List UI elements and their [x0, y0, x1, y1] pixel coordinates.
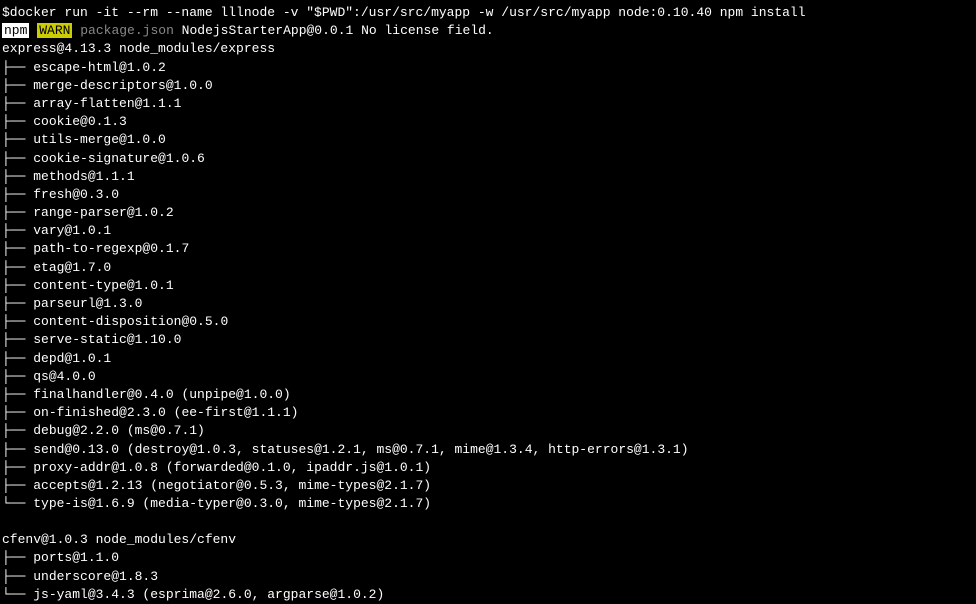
- dependency-name: accepts@1.2.13 (negotiator@0.5.3, mime-t…: [33, 478, 431, 493]
- dependency-name: array-flatten@1.1.1: [33, 96, 181, 111]
- tree-item: ├── depd@1.0.1: [2, 350, 974, 368]
- npm-warn-line: npm WARN package.json NodejsStarterApp@0…: [2, 22, 974, 40]
- dependency-name: depd@1.0.1: [33, 351, 111, 366]
- dependency-name: content-disposition@0.5.0: [33, 314, 228, 329]
- tree-item: ├── content-type@1.0.1: [2, 277, 974, 295]
- dependency-name: debug@2.2.0 (ms@0.7.1): [33, 423, 205, 438]
- dependency-name: on-finished@2.3.0 (ee-first@1.1.1): [33, 405, 298, 420]
- warn-badge: WARN: [37, 23, 72, 38]
- tree-item: ├── array-flatten@1.1.1: [2, 95, 974, 113]
- command-text: $docker run -it --rm --name lllnode -v "…: [2, 5, 806, 20]
- tree-item: ├── cookie@0.1.3: [2, 113, 974, 131]
- tree-item: ├── escape-html@1.0.2: [2, 59, 974, 77]
- tree-branch-icon: ├──: [2, 96, 33, 111]
- tree-item: ├── etag@1.7.0: [2, 259, 974, 277]
- dependency-name: range-parser@1.0.2: [33, 205, 173, 220]
- tree-item: ├── merge-descriptors@1.0.0: [2, 77, 974, 95]
- tree-item: ├── fresh@0.3.0: [2, 186, 974, 204]
- tree-branch-icon: ├──: [2, 460, 33, 475]
- tree-item: ├── debug@2.2.0 (ms@0.7.1): [2, 422, 974, 440]
- dependency-name: utils-merge@1.0.0: [33, 132, 166, 147]
- dependency-name: send@0.13.0 (destroy@1.0.3, statuses@1.2…: [33, 442, 688, 457]
- tree-branch-icon: └──: [2, 587, 33, 602]
- dependency-name: cookie@0.1.3: [33, 114, 127, 129]
- tree-item: ├── qs@4.0.0: [2, 368, 974, 386]
- dependency-name: parseurl@1.3.0: [33, 296, 142, 311]
- tree-branch-icon: ├──: [2, 332, 33, 347]
- dependency-name: type-is@1.6.9 (media-typer@0.3.0, mime-t…: [33, 496, 431, 511]
- tree-branch-icon: ├──: [2, 132, 33, 147]
- tree-item: ├── finalhandler@0.4.0 (unpipe@1.0.0): [2, 386, 974, 404]
- tree-item: ├── range-parser@1.0.2: [2, 204, 974, 222]
- tree-branch-icon: ├──: [2, 205, 33, 220]
- tree-branch-icon: ├──: [2, 351, 33, 366]
- tree-branch-icon: ├──: [2, 314, 33, 329]
- tree-branch-icon: ├──: [2, 423, 33, 438]
- tree-branch-icon: ├──: [2, 223, 33, 238]
- tree-item: ├── ports@1.1.0: [2, 549, 974, 567]
- warn-message: NodejsStarterApp@0.0.1 No license field.: [174, 23, 494, 38]
- dependency-name: serve-static@1.10.0: [33, 332, 181, 347]
- dependency-name: methods@1.1.1: [33, 169, 134, 184]
- tree-branch-icon: ├──: [2, 387, 33, 402]
- tree-branch-icon: ├──: [2, 187, 33, 202]
- tree-branch-icon: ├──: [2, 278, 33, 293]
- dependency-name: underscore@1.8.3: [33, 569, 158, 584]
- tree-branch-icon: ├──: [2, 442, 33, 457]
- npm-badge: npm: [2, 23, 29, 38]
- dependency-name: proxy-addr@1.0.8 (forwarded@0.1.0, ipadd…: [33, 460, 431, 475]
- express-tree: ├── escape-html@1.0.2├── merge-descripto…: [2, 59, 974, 514]
- tree-item: ├── parseurl@1.3.0: [2, 295, 974, 313]
- package-json-label: package.json: [80, 23, 174, 38]
- dependency-name: js-yaml@3.4.3 (esprima@2.6.0, argparse@1…: [33, 587, 384, 602]
- dependency-name: finalhandler@0.4.0 (unpipe@1.0.0): [33, 387, 290, 402]
- tree-branch-icon: ├──: [2, 296, 33, 311]
- tree-item: ├── send@0.13.0 (destroy@1.0.3, statuses…: [2, 441, 974, 459]
- tree-item: ├── on-finished@2.3.0 (ee-first@1.1.1): [2, 404, 974, 422]
- tree-item: ├── serve-static@1.10.0: [2, 331, 974, 349]
- tree-branch-icon: ├──: [2, 60, 33, 75]
- dependency-name: cookie-signature@1.0.6: [33, 151, 205, 166]
- express-header: express@4.13.3 node_modules/express: [2, 40, 974, 58]
- tree-item: ├── path-to-regexp@0.1.7: [2, 240, 974, 258]
- tree-item: └── js-yaml@3.4.3 (esprima@2.6.0, argpar…: [2, 586, 974, 604]
- tree-item: ├── proxy-addr@1.0.8 (forwarded@0.1.0, i…: [2, 459, 974, 477]
- tree-branch-icon: ├──: [2, 569, 33, 584]
- tree-item: ├── vary@1.0.1: [2, 222, 974, 240]
- tree-item: ├── underscore@1.8.3: [2, 568, 974, 586]
- command-line: $docker run -it --rm --name lllnode -v "…: [2, 4, 974, 22]
- tree-branch-icon: ├──: [2, 241, 33, 256]
- tree-item: ├── accepts@1.2.13 (negotiator@0.5.3, mi…: [2, 477, 974, 495]
- tree-branch-icon: ├──: [2, 260, 33, 275]
- tree-branch-icon: ├──: [2, 405, 33, 420]
- dependency-name: fresh@0.3.0: [33, 187, 119, 202]
- dependency-name: content-type@1.0.1: [33, 278, 173, 293]
- dependency-name: etag@1.7.0: [33, 260, 111, 275]
- cfenv-tree: ├── ports@1.1.0├── underscore@1.8.3└── j…: [2, 549, 974, 604]
- tree-branch-icon: ├──: [2, 78, 33, 93]
- dependency-name: merge-descriptors@1.0.0: [33, 78, 212, 93]
- tree-branch-icon: ├──: [2, 169, 33, 184]
- tree-branch-icon: ├──: [2, 478, 33, 493]
- dependency-name: ports@1.1.0: [33, 550, 119, 565]
- dependency-name: vary@1.0.1: [33, 223, 111, 238]
- cfenv-header: cfenv@1.0.3 node_modules/cfenv: [2, 531, 974, 549]
- tree-branch-icon: └──: [2, 496, 33, 511]
- dependency-name: path-to-regexp@0.1.7: [33, 241, 189, 256]
- blank-line: [2, 513, 974, 531]
- tree-item: ├── utils-merge@1.0.0: [2, 131, 974, 149]
- tree-item: ├── methods@1.1.1: [2, 168, 974, 186]
- tree-branch-icon: ├──: [2, 151, 33, 166]
- tree-item: ├── content-disposition@0.5.0: [2, 313, 974, 331]
- dependency-name: escape-html@1.0.2: [33, 60, 166, 75]
- tree-item: └── type-is@1.6.9 (media-typer@0.3.0, mi…: [2, 495, 974, 513]
- tree-item: ├── cookie-signature@1.0.6: [2, 150, 974, 168]
- tree-branch-icon: ├──: [2, 550, 33, 565]
- dependency-name: qs@4.0.0: [33, 369, 95, 384]
- tree-branch-icon: ├──: [2, 114, 33, 129]
- tree-branch-icon: ├──: [2, 369, 33, 384]
